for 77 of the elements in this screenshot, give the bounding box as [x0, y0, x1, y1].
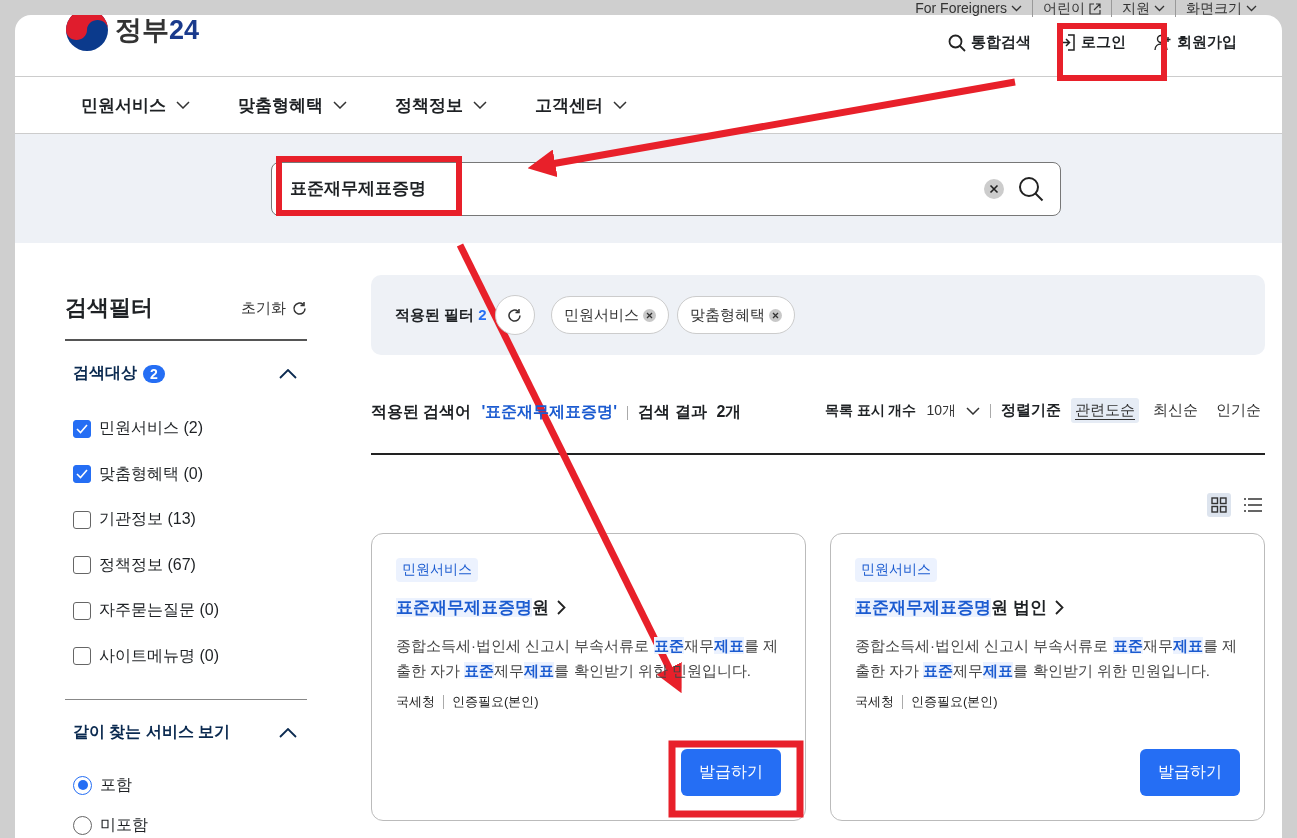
header-link[interactable]: 회원가입 — [1154, 33, 1237, 52]
radio-label[interactable]: 미포함 — [100, 814, 148, 836]
logo-text[interactable]: 정부24 — [115, 15, 200, 48]
utility-link[interactable]: For Foreigners — [905, 0, 1032, 17]
checkbox[interactable] — [73, 419, 91, 438]
remove-icon — [768, 308, 782, 322]
list-icon — [1244, 498, 1262, 512]
category-tag: 민원서비스 — [855, 558, 937, 582]
refresh-button[interactable] — [494, 295, 535, 335]
section-title: 같이 찾는 서비스 보기 — [73, 722, 231, 742]
external-link-icon — [1089, 2, 1101, 15]
sort-option[interactable]: 관련도순 — [1071, 398, 1139, 423]
filter-chip[interactable]: 민원서비스 — [550, 296, 669, 334]
auth-requirement: 인증필요(본인) — [452, 693, 539, 711]
chevron-down-icon — [1011, 5, 1022, 12]
filter-chip[interactable]: 맞춤형혜택 — [676, 296, 795, 334]
chevron-down-icon — [473, 101, 487, 109]
sort-option[interactable]: 최신순 — [1149, 398, 1202, 423]
checkbox[interactable] — [73, 556, 91, 575]
applied-filters-label: 적용된 필터 2 — [395, 305, 487, 325]
search-icon — [948, 33, 966, 52]
header-link[interactable]: 통합검색 — [948, 33, 1031, 52]
checkbox[interactable] — [73, 510, 91, 529]
chevron-right-icon — [1054, 600, 1064, 615]
issue-button[interactable]: 발급하기 — [1140, 749, 1240, 796]
chevron-up-icon[interactable] — [279, 368, 297, 379]
checkbox-label[interactable]: 자주묻는질문 (0) — [99, 600, 219, 622]
chevron-right-icon — [557, 600, 566, 615]
chevron-down-icon — [966, 406, 980, 415]
logo-emblem-icon — [65, 15, 109, 52]
refresh-icon — [507, 307, 523, 323]
issue-button[interactable]: 발급하기 — [681, 749, 781, 796]
chevron-down-icon — [333, 101, 347, 109]
nav-menu-item[interactable]: 민원서비스 — [81, 93, 190, 117]
term-label: 적용된 검색어 — [371, 402, 472, 422]
agency: 국세청 — [396, 693, 435, 711]
filter-title: 검색필터 — [65, 294, 153, 322]
search-input[interactable]: 표준재무제표증명 — [287, 177, 970, 200]
reset-button[interactable]: 초기화 — [241, 298, 307, 318]
refresh-icon — [292, 300, 307, 316]
page-size-label: 목록 표시 개수 — [824, 401, 917, 420]
count-badge: 2 — [143, 364, 165, 383]
nav-menu-item[interactable]: 정책정보 — [395, 93, 487, 117]
chevron-up-icon[interactable] — [279, 727, 297, 738]
checkbox-label[interactable]: 민원서비스 (2) — [99, 418, 203, 440]
chevron-down-icon — [613, 101, 627, 109]
clear-icon[interactable] — [983, 178, 1004, 199]
chevron-down-icon — [1154, 5, 1165, 12]
chevron-down-icon — [1246, 5, 1257, 12]
nav-menu-item[interactable]: 고객센터 — [535, 93, 627, 117]
section-title: 검색대상 — [73, 363, 137, 383]
checkbox[interactable] — [73, 465, 91, 484]
page-size-dropdown[interactable]: 10개 — [926, 401, 980, 420]
agency: 국세청 — [855, 693, 894, 711]
checkbox[interactable] — [73, 601, 91, 620]
checkbox[interactable] — [73, 647, 91, 666]
checkbox-label[interactable]: 사이트메뉴명 (0) — [99, 645, 219, 667]
auth-requirement: 인증필요(본인) — [911, 693, 998, 711]
sort-label: 정렬기준 — [1001, 401, 1061, 420]
search-field[interactable]: 표준재무제표증명 — [270, 161, 1061, 216]
radio-label[interactable]: 포함 — [100, 774, 132, 796]
checkbox-label[interactable]: 맞춤형혜택 (0) — [99, 463, 203, 485]
category-tag: 민원서비스 — [396, 558, 478, 582]
view-toggle[interactable] — [1207, 493, 1231, 517]
nav-menu-item[interactable]: 맞춤형혜택 — [238, 93, 347, 117]
checkbox-label[interactable]: 기관정보 (13) — [99, 509, 196, 531]
sort-option[interactable]: 인기순 — [1212, 398, 1265, 423]
grid-icon — [1211, 497, 1227, 513]
search-icon[interactable] — [1017, 175, 1044, 202]
add-user-icon — [1154, 34, 1172, 51]
remove-icon — [642, 308, 656, 322]
card-description: 종합소득세·법인세 신고시 부속서류로 표준재무제표를 제출한 자가 표준제무제표를 확인받기 위한 민원입니다. — [855, 636, 1238, 681]
chevron-down-icon — [176, 101, 190, 109]
header-link[interactable]: 로그인 — [1059, 33, 1126, 52]
checkbox-label[interactable]: 정책정보 (67) — [99, 554, 196, 576]
result-count: 2개 — [716, 402, 742, 422]
result-label: 검색 결과 — [638, 402, 707, 422]
